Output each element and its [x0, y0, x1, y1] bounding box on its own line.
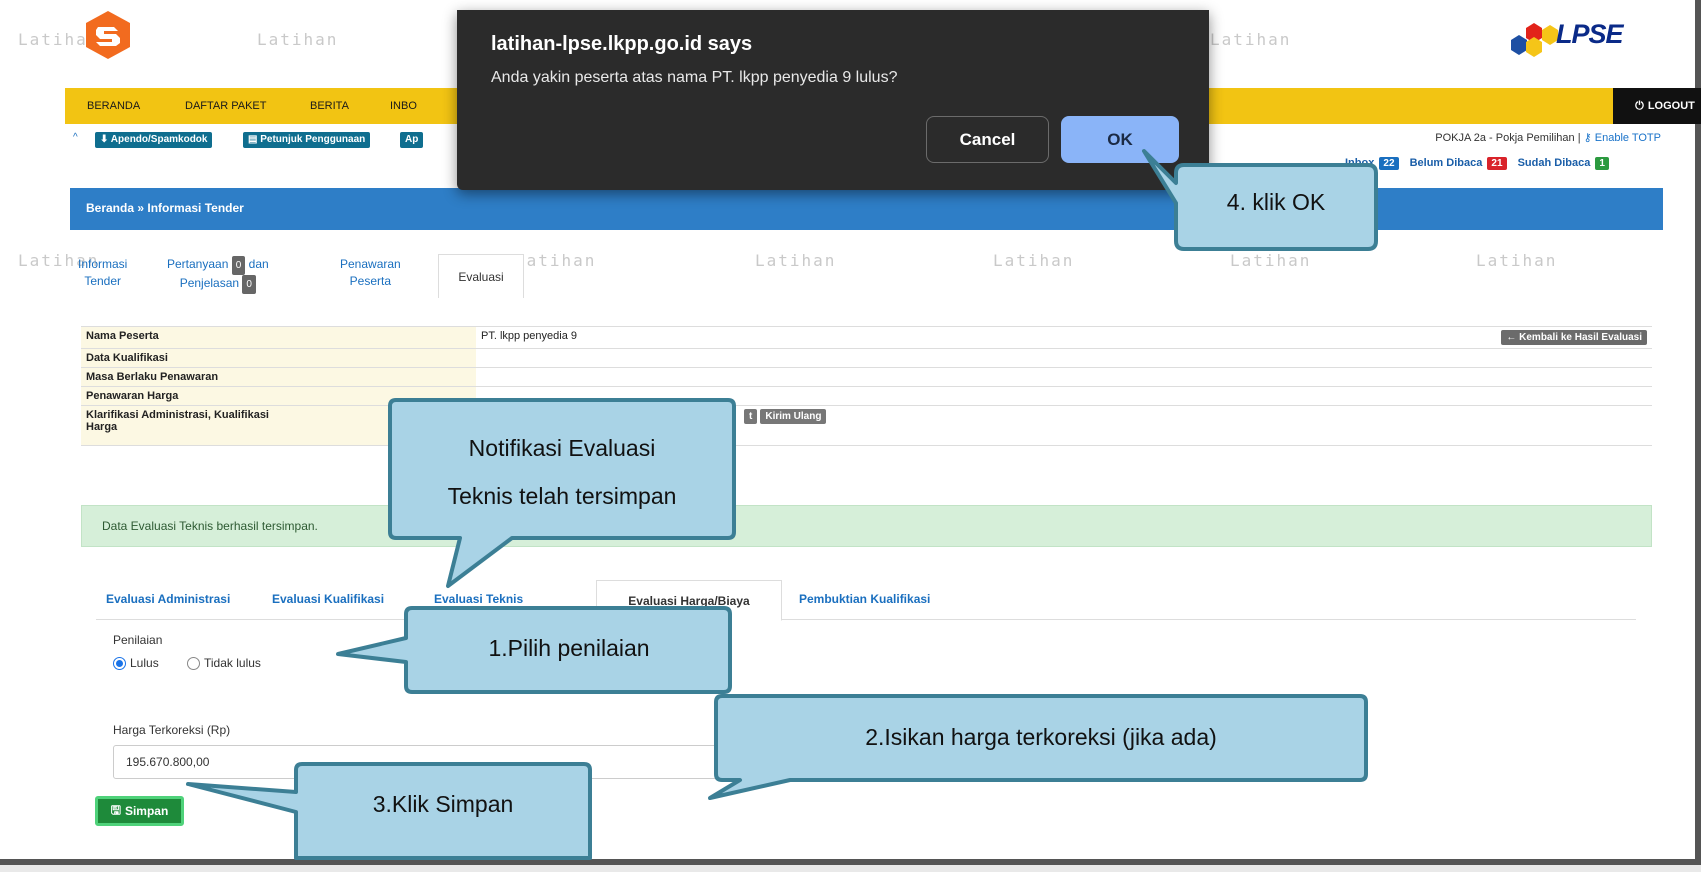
- enable-totp-link[interactable]: Enable TOTP: [1595, 132, 1661, 144]
- radio-lulus[interactable]: Lulus: [113, 656, 159, 670]
- callout-isikan-harga-text: 2.Isikan harga terkoreksi (jika ada): [865, 724, 1217, 750]
- back-to-results-button[interactable]: ← Kembali ke Hasil Evaluasi: [1501, 330, 1647, 345]
- peserta-info-table: Nama Peserta PT. lkpp penyedia 9 ← Kemba…: [81, 326, 1652, 446]
- read-count-badge: 1: [1595, 157, 1609, 170]
- simpan-button[interactable]: 🖫 Simpan: [95, 796, 184, 826]
- tab-informasi-tender[interactable]: Informasi Tender: [78, 256, 127, 290]
- callout-notifikasi-text: Notifikasi Evaluasi Teknis telah tersimpa…: [447, 435, 677, 509]
- read-link[interactable]: Sudah Dibaca: [1518, 157, 1591, 169]
- table-row: Data Kualifikasi: [81, 348, 1652, 368]
- radio-selected-icon[interactable]: [113, 656, 126, 670]
- evaluation-tabs: Evaluasi Administrasi Evaluasi Kualifika…: [96, 580, 1636, 621]
- key-icon: ⚷: [1583, 132, 1592, 144]
- user-info: POKJA 2a - Pokja Pemilihan | ⚷ Enable TO…: [1435, 132, 1661, 144]
- callout-pilih-penilaian-text: 1.Pilih penilaian: [488, 635, 650, 661]
- harga-label: Harga Terkoreksi (Rp): [113, 723, 231, 737]
- penilaian-label: Penilaian: [113, 633, 163, 647]
- chevron-up-icon[interactable]: ^: [73, 132, 78, 143]
- tab-pembuktian-kualifikasi[interactable]: Pembuktian Kualifikasi: [799, 592, 930, 606]
- callout-klik-simpan-text: 3.Klik Simpan: [372, 791, 514, 817]
- watermark: Latihan: [1210, 30, 1292, 49]
- apendo-button[interactable]: ⬇ Apendo/Spamkodok: [95, 132, 213, 148]
- petunjuk-button[interactable]: ▤ Petunjuk Penggunaan: [243, 132, 371, 148]
- confirm-dialog: latihan-lpse.lkpp.go.id says Anda yakin …: [457, 10, 1209, 190]
- table-row: Nama Peserta PT. lkpp penyedia 9 ← Kemba…: [81, 326, 1652, 349]
- callout-klik-ok-text: 4. klik OK: [1226, 189, 1326, 215]
- spse-logo-icon: [86, 11, 130, 59]
- tab-evaluasi-administrasi[interactable]: Evaluasi Administrasi: [106, 592, 230, 606]
- tab-evaluasi-kualifikasi[interactable]: Evaluasi Kualifikasi: [272, 592, 384, 606]
- nav-berita[interactable]: BERITA: [310, 100, 349, 112]
- ap-button[interactable]: Ap: [400, 132, 424, 148]
- nav-inbox[interactable]: INBO: [390, 100, 417, 112]
- cancel-button[interactable]: Cancel: [926, 116, 1049, 163]
- power-icon: ⏻: [1635, 99, 1644, 112]
- radio-unselected-icon[interactable]: [187, 656, 200, 670]
- logout-button[interactable]: ⏻ LOGOUT: [1613, 88, 1701, 124]
- nav-beranda[interactable]: BERANDA: [87, 100, 140, 112]
- save-icon: 🖫: [110, 802, 121, 817]
- radio-tidak-lulus[interactable]: Tidak lulus: [187, 656, 261, 670]
- table-row: Penawaran Harga: [81, 386, 1652, 406]
- unread-link[interactable]: Belum Dibaca: [1410, 157, 1483, 169]
- breadcrumb: Beranda » Informasi Tender: [70, 188, 1663, 230]
- tab-evaluasi[interactable]: Evaluasi: [438, 254, 524, 298]
- unread-count-badge: 21: [1487, 157, 1507, 170]
- inbox-count-badge: 22: [1379, 157, 1399, 170]
- page-frame: Latihan Latihan Latihan Latihan Latihan …: [0, 0, 1701, 865]
- table-row: Masa Berlaku Penawaran: [81, 367, 1652, 387]
- watermark: Latihan: [1476, 251, 1558, 270]
- dialog-message: Anda yakin peserta atas nama PT. lkpp pe…: [491, 69, 898, 86]
- watermark: Latihan: [993, 251, 1075, 270]
- dialog-title: latihan-lpse.lkpp.go.id says: [491, 33, 753, 55]
- tab-pertanyaan-penjelasan[interactable]: Pertanyaan 0 dan Penjelasan 0: [167, 256, 269, 294]
- watermark: Latihan: [755, 251, 837, 270]
- klarifikasi-button[interactable]: t: [744, 409, 758, 424]
- inbox-row: Inbox 22 Belum Dibaca 21 Sudah Dibaca 1: [1345, 157, 1617, 170]
- watermark: Latihan: [257, 30, 339, 49]
- logout-label: LOGOUT: [1647, 100, 1695, 112]
- table-row: Klarifikasi Administrasi, Kualifikasi Har…: [81, 405, 1652, 446]
- watermark: Latihan: [515, 251, 597, 270]
- success-alert: Data Evaluasi Teknis berhasil tersimpan.: [81, 505, 1652, 547]
- kirim-ulang-button[interactable]: Kirim Ulang: [760, 409, 827, 424]
- nav-daftar-paket[interactable]: DAFTAR PAKET: [185, 100, 267, 112]
- lpse-logo-text: LPSE: [1556, 19, 1624, 49]
- tab-penawaran-peserta[interactable]: Penawaran Peserta: [340, 256, 401, 290]
